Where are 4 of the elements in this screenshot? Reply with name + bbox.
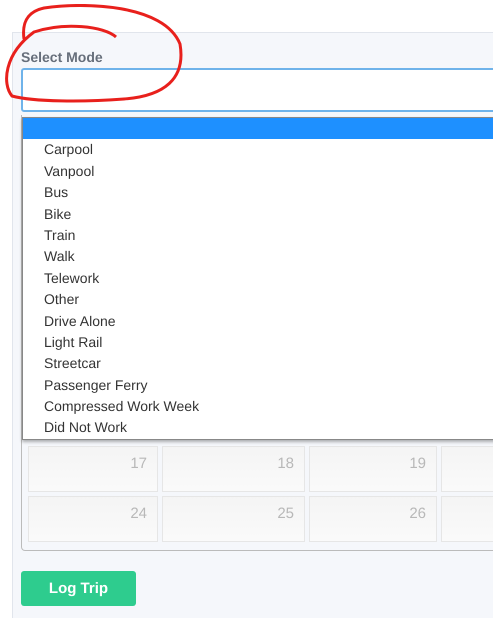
dropdown-option[interactable]: Did Not Work [23,417,493,439]
mode-select[interactable] [21,68,493,112]
field-label: Select Mode [21,49,104,65]
dropdown-option[interactable] [23,118,493,140]
